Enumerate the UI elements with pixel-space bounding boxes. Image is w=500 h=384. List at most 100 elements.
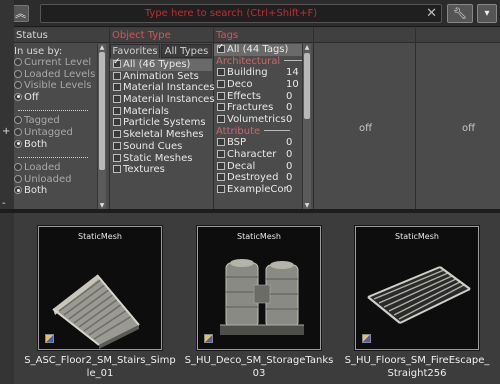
- checkbox-icon[interactable]: [113, 83, 121, 92]
- object-type-item[interactable]: Textures: [110, 164, 212, 176]
- radio-icon[interactable]: [14, 81, 22, 90]
- scroll-down-icon[interactable]: ▼: [303, 202, 311, 209]
- checkbox-icon[interactable]: [217, 44, 225, 54]
- asset-thumbnail[interactable]: StaticMesh: [38, 226, 162, 350]
- tag-group-header[interactable]: Attribute: [214, 126, 312, 138]
- radio-icon[interactable]: [14, 127, 22, 136]
- minus-icon[interactable]: -: [2, 198, 6, 209]
- object-type-item[interactable]: Skeletal Meshes: [110, 129, 212, 141]
- tagged-option[interactable]: Tagged: [14, 115, 98, 127]
- tagged-option[interactable]: Untagged: [14, 127, 98, 139]
- checkbox-icon[interactable]: [113, 71, 121, 80]
- in-use-option[interactable]: Visible Levels: [14, 80, 98, 92]
- tag-item[interactable]: Fractures 0: [214, 102, 312, 114]
- loaded-option-label: Loaded: [24, 162, 61, 174]
- object-type-item[interactable]: Materials: [110, 106, 212, 118]
- checkbox-icon[interactable]: [113, 118, 121, 127]
- checkbox-icon[interactable]: [217, 79, 225, 88]
- tag-label: Volumetrics: [227, 113, 286, 125]
- radio-icon[interactable]: [14, 163, 22, 172]
- tag-item[interactable]: Deco 10: [214, 79, 312, 91]
- scroll-down-icon[interactable]: ▼: [98, 202, 106, 209]
- status-scrollbar[interactable]: ▲ ▼: [97, 44, 106, 209]
- scrollbar-thumb[interactable]: [99, 52, 105, 170]
- tag-item[interactable]: Volumetrics 0: [214, 114, 312, 126]
- column-divider[interactable]: [415, 28, 416, 209]
- double-chevron-up-icon[interactable]: ︽: [12, 5, 29, 22]
- tags-all-checkbox[interactable]: All (44 Tags): [214, 44, 302, 56]
- checkbox-icon[interactable]: [217, 161, 225, 170]
- checkbox-icon[interactable]: [217, 173, 225, 182]
- column-header-5: [416, 28, 500, 43]
- tag-item[interactable]: ExampleCor 0: [214, 184, 312, 196]
- scroll-up-icon[interactable]: ▲: [98, 44, 106, 51]
- tag-item[interactable]: BSP 0: [214, 137, 312, 149]
- tag-item[interactable]: Character 0: [214, 149, 312, 161]
- tagged-option[interactable]: Both: [14, 139, 98, 151]
- asset-thumbnail[interactable]: StaticMesh: [197, 226, 321, 350]
- checkbox-icon[interactable]: [113, 106, 121, 115]
- checkbox-icon[interactable]: [113, 153, 121, 162]
- search-input[interactable]: [41, 5, 441, 22]
- column-divider[interactable]: [313, 28, 314, 209]
- tag-item[interactable]: Destroyed 0: [214, 172, 312, 184]
- loaded-option[interactable]: Loaded: [14, 162, 98, 174]
- radio-icon[interactable]: [14, 174, 22, 183]
- object-type-item[interactable]: Sound Cues: [110, 141, 212, 153]
- checkbox-icon[interactable]: [113, 95, 121, 104]
- plus-icon[interactable]: +: [2, 126, 10, 137]
- checkbox-icon[interactable]: [217, 114, 225, 123]
- in-use-radio-group: Current Level Loaded Levels Visible Levels…: [14, 57, 98, 103]
- tag-item[interactable]: Building 14: [214, 67, 312, 79]
- checkbox-icon[interactable]: [217, 184, 225, 193]
- loaded-option[interactable]: Both: [14, 185, 98, 197]
- object-type-label: Particle Systems: [123, 117, 206, 129]
- tab-favorites[interactable]: Favorites: [110, 44, 160, 58]
- object-type-label: Animation Sets: [123, 70, 199, 82]
- tags-all-label: All (44 Tags): [227, 44, 289, 55]
- object-type-item[interactable]: Material Instances: [110, 82, 215, 94]
- scrollbar-thumb[interactable]: [304, 53, 310, 119]
- checkbox-icon[interactable]: [217, 91, 225, 100]
- column-5-value: off: [462, 123, 476, 134]
- asset-thumbnail[interactable]: StaticMesh: [355, 226, 479, 350]
- left-dock-strip: + -: [0, 0, 14, 384]
- asset-name: S_HU_Deco_SM_StorageTanks 03: [184, 355, 334, 379]
- tab-all-types[interactable]: All Types: [161, 44, 212, 58]
- tag-count: 0: [286, 183, 293, 195]
- tag-item[interactable]: Effects 0: [214, 91, 312, 103]
- radio-icon[interactable]: [14, 139, 22, 148]
- in-use-option[interactable]: Loaded Levels: [14, 69, 98, 81]
- key-icon[interactable]: 🔧︎: [447, 4, 473, 23]
- object-type-item[interactable]: Material Instances: [110, 94, 215, 106]
- in-use-option[interactable]: Current Level: [14, 57, 98, 69]
- tag-group-header[interactable]: Architectural: [214, 56, 312, 68]
- scroll-up-icon[interactable]: ▲: [303, 44, 311, 51]
- radio-icon[interactable]: [14, 116, 22, 125]
- checkbox-icon[interactable]: [217, 138, 225, 147]
- object-type-item[interactable]: All (46 Types): [110, 57, 212, 71]
- tags-scrollbar[interactable]: ▲ ▼: [302, 44, 311, 209]
- tagged-option-label: Untagged: [24, 126, 73, 138]
- loaded-option[interactable]: Unloaded: [14, 174, 98, 186]
- radio-icon[interactable]: [14, 69, 22, 78]
- close-icon[interactable]: ✕: [426, 6, 437, 21]
- checkbox-icon[interactable]: [113, 141, 121, 150]
- search-field[interactable]: ✕: [40, 4, 442, 23]
- triangle-down-icon[interactable]: ▾: [477, 4, 497, 23]
- radio-icon[interactable]: [14, 186, 22, 195]
- checkbox-icon[interactable]: [217, 103, 225, 112]
- object-type-item[interactable]: Particle Systems: [110, 117, 212, 129]
- tag-item[interactable]: Decal 0: [214, 161, 312, 173]
- object-type-item[interactable]: Animation Sets: [110, 71, 212, 83]
- object-type-item[interactable]: Static Meshes: [110, 153, 212, 165]
- checkbox-icon[interactable]: [113, 57, 121, 69]
- radio-icon[interactable]: [14, 58, 22, 66]
- checkbox-icon[interactable]: [113, 165, 121, 174]
- checkbox-icon[interactable]: [217, 68, 225, 77]
- checkbox-icon[interactable]: [113, 130, 121, 139]
- checkbox-icon[interactable]: [217, 149, 225, 158]
- divider: [18, 150, 88, 159]
- in-use-option[interactable]: Off: [14, 92, 98, 104]
- radio-icon[interactable]: [14, 92, 22, 101]
